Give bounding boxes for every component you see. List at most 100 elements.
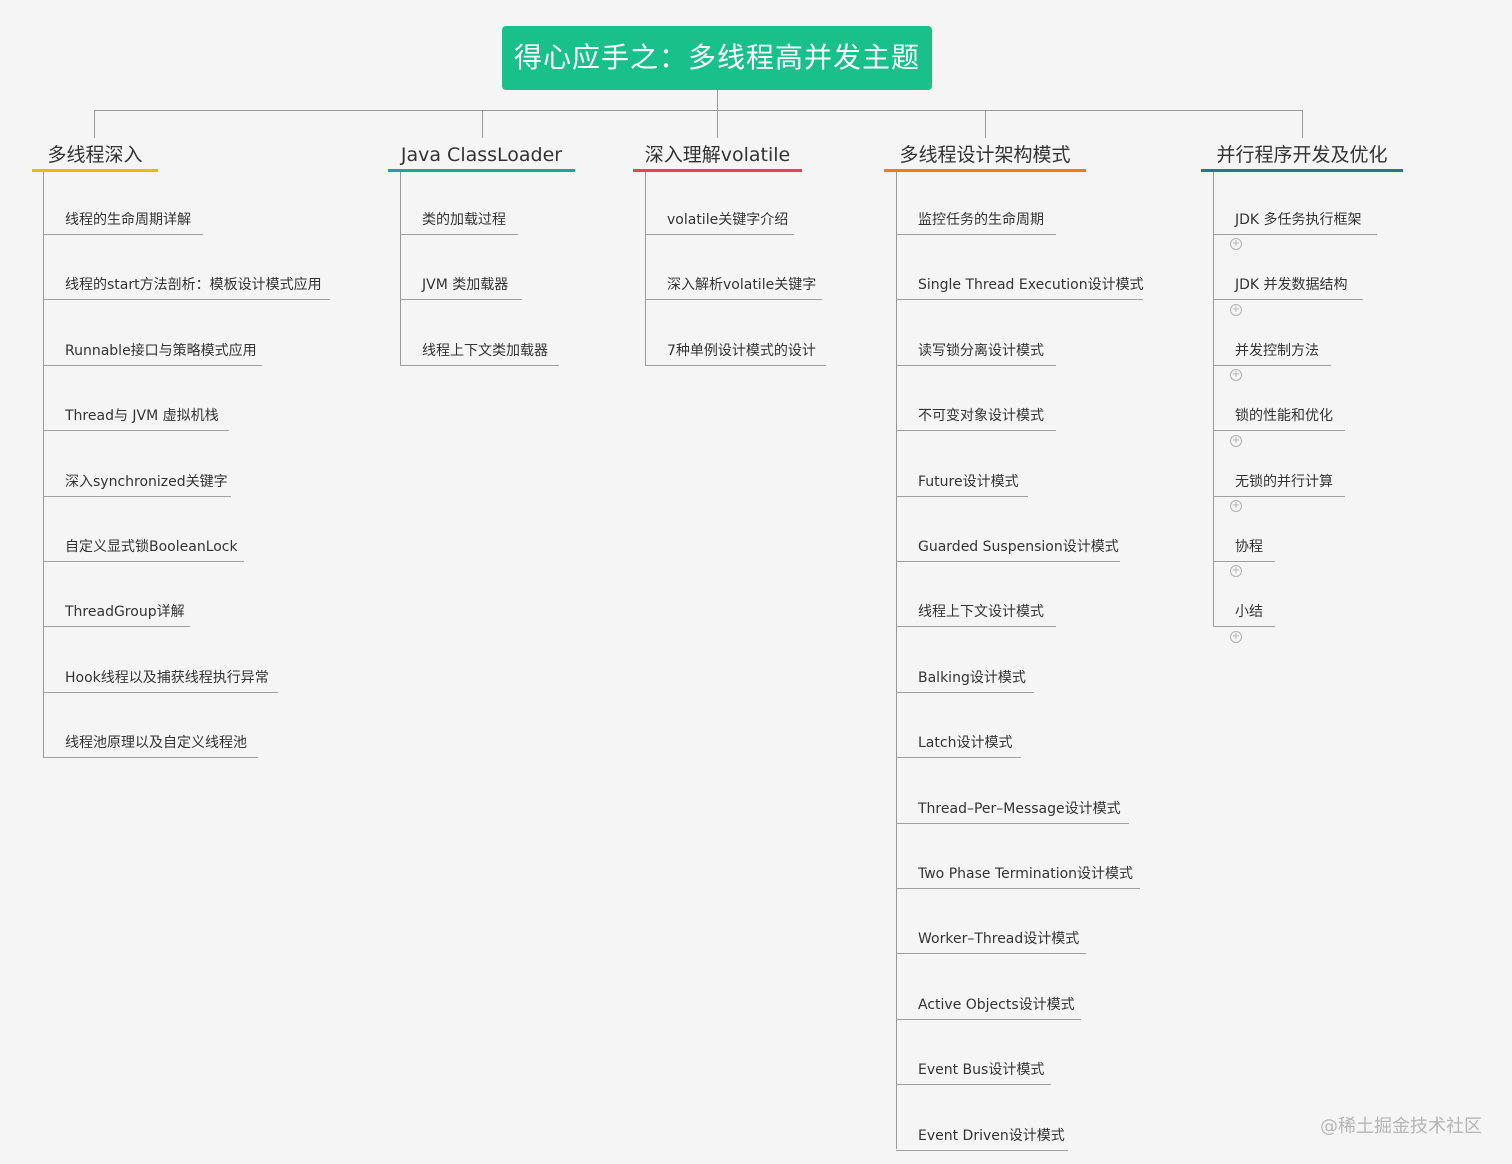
topic-label: 深入解析volatile关键字 — [667, 277, 817, 293]
topic-leaf[interactable]: Event Driven设计模式 — [896, 1126, 1068, 1151]
topic-label: 无锁的并行计算 — [1235, 474, 1333, 490]
expand-plus-icon[interactable]: + — [1230, 435, 1242, 447]
topic-leaf[interactable]: 线程的生命周期详解 — [43, 210, 203, 235]
topic-leaf[interactable]: Thread与 JVM 虚拟机栈 — [43, 406, 229, 431]
branch-bus — [94, 110, 1302, 111]
branch-label: 深入理解volatile — [644, 144, 791, 166]
branch-label: 并行程序开发及优化 — [1216, 144, 1388, 166]
topic-leaf[interactable]: Event Bus设计模式 — [896, 1060, 1051, 1085]
topic-leaf[interactable]: JVM 类加载器 — [400, 275, 522, 300]
expand-plus-icon[interactable]: + — [1230, 238, 1242, 250]
topic-leaf[interactable]: Worker–Thread设计模式 — [896, 929, 1086, 954]
branch-drop-5 — [1302, 110, 1303, 138]
topic-leaf[interactable]: 监控任务的生命周期 — [896, 210, 1056, 235]
topic-label: 线程的start方法剖析：模板设计模式应用 — [65, 277, 322, 293]
branch-drop-3 — [717, 110, 718, 138]
topic-leaf[interactable]: JDK 并发数据结构 — [1213, 275, 1363, 300]
topic-leaf[interactable]: 线程上下文设计模式 — [896, 602, 1056, 627]
topic-label: Single Thread Execution设计模式 — [918, 277, 1144, 293]
branch-drop-1 — [94, 110, 95, 138]
expand-plus-icon[interactable]: + — [1230, 304, 1242, 316]
watermark: @稀土掘金技术社区 — [1320, 1116, 1482, 1137]
topic-label: Runnable接口与策略模式应用 — [65, 343, 257, 359]
branch-underline — [1201, 169, 1403, 172]
topic-leaf[interactable]: Active Objects设计模式 — [896, 995, 1081, 1020]
topic-label: 并发控制方法 — [1235, 343, 1319, 359]
topic-label: 读写锁分离设计模式 — [918, 343, 1044, 359]
topic-label: Thread与 JVM 虚拟机栈 — [65, 408, 219, 424]
topic-label: 锁的性能和优化 — [1235, 408, 1333, 424]
topic-leaf[interactable]: Runnable接口与策略模式应用 — [43, 341, 262, 366]
topic-label: Thread–Per–Message设计模式 — [918, 801, 1121, 817]
topic-leaf[interactable]: Single Thread Execution设计模式 — [896, 275, 1144, 300]
topic-label: Future设计模式 — [918, 474, 1019, 490]
topic-label: volatile关键字介绍 — [667, 212, 789, 228]
topic-leaf[interactable]: Latch设计模式 — [896, 733, 1021, 758]
topic-label: 线程上下文设计模式 — [918, 604, 1044, 620]
topic-leaf[interactable]: 线程上下文类加载器 — [400, 341, 559, 366]
topic-leaf[interactable]: 深入synchronized关键字 — [43, 472, 231, 497]
topic-leaf[interactable]: 自定义显式锁BooleanLock — [43, 537, 244, 562]
branch-design-patterns[interactable]: 多线程设计架构模式 — [884, 140, 1086, 172]
branch-underline — [633, 169, 802, 172]
topic-label: 不可变对象设计模式 — [918, 408, 1044, 424]
topic-leaf[interactable]: Guarded Suspension设计模式 — [896, 537, 1120, 562]
topic-leaf[interactable]: 协程 — [1213, 537, 1275, 562]
topic-leaf[interactable]: 读写锁分离设计模式 — [896, 341, 1056, 366]
topic-leaf[interactable]: volatile关键字介绍 — [645, 210, 794, 235]
topic-leaf[interactable]: 并发控制方法 — [1213, 341, 1331, 366]
branch-drop-4 — [985, 110, 986, 138]
topic-label: Event Bus设计模式 — [918, 1062, 1045, 1078]
topic-label: Latch设计模式 — [918, 735, 1013, 751]
expand-plus-icon[interactable]: + — [1230, 565, 1242, 577]
topic-leaf[interactable]: JDK 多任务执行框架 — [1213, 210, 1377, 235]
topic-label: 线程的生命周期详解 — [65, 212, 191, 228]
topic-leaf[interactable]: 深入解析volatile关键字 — [645, 275, 822, 300]
branch-parallel-optimization[interactable]: 并行程序开发及优化 — [1201, 140, 1403, 172]
branch-drop-2 — [482, 110, 483, 138]
topic-label: Guarded Suspension设计模式 — [918, 539, 1119, 555]
branch-volatile[interactable]: 深入理解volatile — [633, 140, 802, 172]
root-topic[interactable]: 得心应手之：多线程高并发主题 — [502, 26, 932, 90]
topic-label: ThreadGroup详解 — [65, 604, 185, 620]
topic-leaf[interactable]: 线程的start方法剖析：模板设计模式应用 — [43, 275, 330, 300]
topic-leaf[interactable]: Thread–Per–Message设计模式 — [896, 799, 1129, 824]
topic-label: 线程池原理以及自定义线程池 — [65, 735, 247, 751]
topic-leaf[interactable]: 无锁的并行计算 — [1213, 472, 1345, 497]
topic-leaf[interactable]: ThreadGroup详解 — [43, 602, 190, 627]
topic-label: 自定义显式锁BooleanLock — [65, 539, 238, 555]
children-line-2 — [400, 172, 401, 365]
topic-label: Worker–Thread设计模式 — [918, 931, 1080, 947]
branch-underline — [388, 169, 575, 172]
topic-leaf[interactable]: Balking设计模式 — [896, 668, 1034, 693]
topic-label: JDK 并发数据结构 — [1235, 277, 1348, 293]
root-connector — [717, 90, 718, 110]
branch-classloader[interactable]: Java ClassLoader — [388, 140, 575, 172]
topic-label: Hook线程以及捕获线程执行异常 — [65, 670, 269, 686]
topic-label: 小结 — [1235, 604, 1263, 620]
topic-label: 深入synchronized关键字 — [65, 474, 228, 490]
topic-label: 线程上下文类加载器 — [422, 343, 548, 359]
topic-label: 7种单例设计模式的设计 — [667, 343, 816, 359]
branch-label: Java ClassLoader — [400, 144, 563, 166]
branch-label: 多线程深入 — [47, 144, 143, 166]
topic-leaf[interactable]: Two Phase Termination设计模式 — [896, 864, 1140, 889]
topic-label: 类的加载过程 — [422, 212, 506, 228]
topic-leaf[interactable]: 7种单例设计模式的设计 — [645, 341, 826, 366]
topic-leaf[interactable]: Hook线程以及捕获线程执行异常 — [43, 668, 278, 693]
branch-multithreading[interactable]: 多线程深入 — [32, 140, 158, 172]
expand-plus-icon[interactable]: + — [1230, 369, 1242, 381]
expand-plus-icon[interactable]: + — [1230, 631, 1242, 643]
expand-plus-icon[interactable]: + — [1230, 500, 1242, 512]
topic-leaf[interactable]: 小结 — [1213, 602, 1275, 627]
topic-leaf[interactable]: 线程池原理以及自定义线程池 — [43, 733, 258, 758]
topic-label: Balking设计模式 — [918, 670, 1026, 686]
topic-leaf[interactable]: 不可变对象设计模式 — [896, 406, 1056, 431]
topic-label: JVM 类加载器 — [422, 277, 509, 293]
topic-label: JDK 多任务执行框架 — [1235, 212, 1362, 228]
branch-label: 多线程设计架构模式 — [899, 144, 1071, 166]
topic-leaf[interactable]: 锁的性能和优化 — [1213, 406, 1345, 431]
topic-label: 监控任务的生命周期 — [918, 212, 1044, 228]
topic-leaf[interactable]: Future设计模式 — [896, 472, 1028, 497]
topic-leaf[interactable]: 类的加载过程 — [400, 210, 518, 235]
